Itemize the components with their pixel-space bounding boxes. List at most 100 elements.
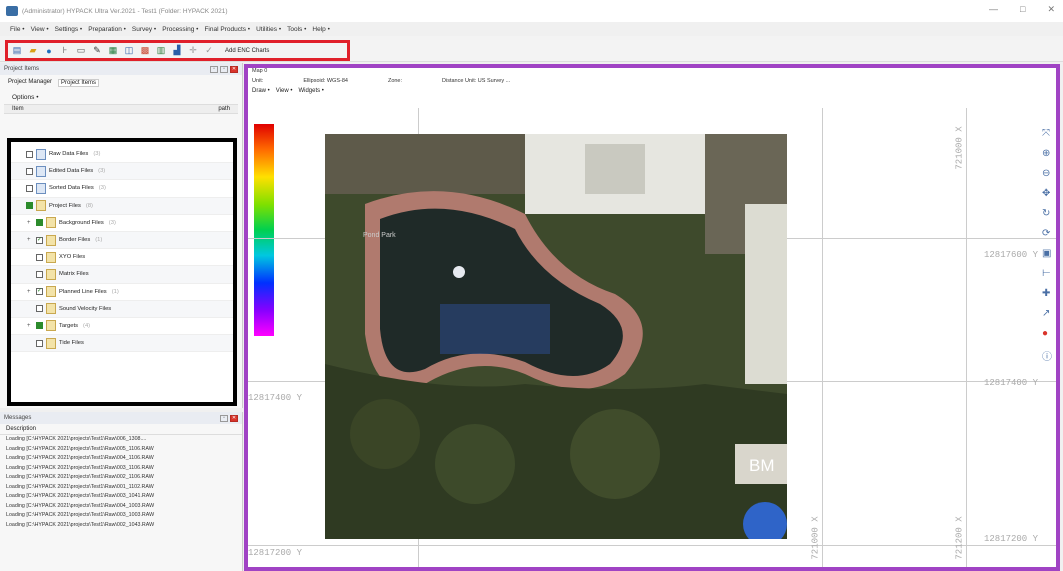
tree-item[interactable]: Matrix Files [11,266,233,284]
add-enc-charts-button[interactable]: Add ENC Charts [225,48,269,54]
tree-item-count: (3) [93,151,101,158]
checkbox[interactable] [36,270,43,278]
menu-final-products[interactable]: Final Products • [204,26,250,33]
tree-item-label: Matrix Files [59,271,89,278]
col-item[interactable]: Item [12,106,24,112]
close-messages-icon[interactable]: ✕ [230,414,238,422]
aerial-photo [325,134,787,539]
message-line: Loading [C:\HYPACK 2021\projects\Test1\R… [6,483,154,490]
checkbox[interactable] [36,339,43,347]
check-icon[interactable]: ✓ [203,45,215,57]
measure-icon[interactable]: ⊢ [1042,268,1052,279]
widgets-menu[interactable]: Widgets • [298,88,323,98]
globe-icon[interactable]: ● [43,45,55,57]
folder-icon [46,234,56,246]
crosshair-icon[interactable]: ✛ [187,45,199,57]
tree-item[interactable]: XYO Files [11,249,233,267]
add-icon[interactable]: ✚ [1042,288,1052,299]
tree-icon[interactable]: ⊦ [59,45,71,57]
checkbox[interactable] [36,253,43,261]
menu-settings[interactable]: Settings • [55,26,83,33]
tree-item-label: XYO Files [59,254,86,261]
checkbox[interactable] [26,167,33,175]
save-icon[interactable]: ▤ [11,45,23,57]
distance-unit-label: Distance Unit: US Survey ... [442,78,511,84]
col-path[interactable]: path [218,106,230,112]
bar-chart-icon[interactable]: ▟ [171,45,183,57]
arrow-icon[interactable]: ↗ [1042,308,1052,319]
tree-item-count: (1) [95,237,103,244]
map-window[interactable]: Map 0 Unit: Ellipsoid: WGS-84 Zone: Dist… [244,64,1060,571]
tree-item-label: Raw Data Files [49,151,89,158]
tab-project-items[interactable]: Project Items [58,79,100,87]
menu-file[interactable]: File • [10,26,25,33]
marker-icon[interactable]: ● [1042,328,1052,339]
menu-tools[interactable]: Tools • [287,26,306,33]
draw-menu[interactable]: Draw • [252,88,270,98]
zoom-in-icon[interactable]: ⊕ [1042,148,1052,159]
messages-panel: Messages ▫ ✕ Description Loading [C:\HYPA… [0,412,243,571]
grid-line [966,108,967,567]
checkbox[interactable] [36,322,43,330]
pin-icon[interactable]: ▫ [220,65,228,73]
table-icon[interactable]: ▥ [155,45,167,57]
grid-line [248,545,1056,546]
checkbox[interactable]: ✓ [36,236,43,244]
menu-help[interactable]: Help • [312,26,329,33]
checkbox[interactable] [36,219,43,227]
tree-item[interactable]: Project Files (8) [11,197,233,215]
expand-icon[interactable]: + [27,289,33,295]
menu-preparation[interactable]: Preparation • [88,26,126,33]
minimize-button[interactable]: — [989,4,998,15]
tree-item[interactable]: Tide Files [11,335,233,353]
map-tab[interactable]: Map 0 [252,68,267,78]
checkbox[interactable] [36,305,43,313]
pin-icon[interactable]: ▫ [220,414,228,422]
menu-view[interactable]: View • [31,26,49,33]
book-icon[interactable]: ◫ [123,45,135,57]
open-folder-icon[interactable]: ▰ [27,45,39,57]
select-dropdown-icon[interactable]: ▭ [75,45,87,57]
checkbox[interactable]: ✓ [36,288,43,296]
close-button[interactable]: ✕ [1047,4,1055,15]
view-menu[interactable]: View • [276,88,293,98]
pencil-icon[interactable]: ✎ [91,45,103,57]
pan-icon[interactable]: ✥ [1042,188,1052,199]
expand-icon[interactable]: + [27,323,33,329]
rotate-icon[interactable]: ↻ [1042,208,1052,219]
refresh-icon[interactable]: ⟳ [1042,228,1052,239]
restore-icon[interactable]: ▫ [210,65,218,73]
tab-project-manager[interactable]: Project Manager [8,79,52,87]
messages-list: Loading [C:\HYPACK 2021\projects\Test1\R… [0,435,242,530]
tree-item[interactable]: Sound Velocity Files [11,300,233,318]
tree-item[interactable]: + ✓ Border Files (1) [11,231,233,250]
zoom-out-icon[interactable]: ⊖ [1042,168,1052,179]
tree-item[interactable]: + Background Files (3) [11,215,233,232]
checkbox[interactable] [26,184,33,192]
close-panel-icon[interactable]: ✕ [230,65,238,73]
checkbox[interactable] [26,202,33,210]
expand-icon[interactable]: + [27,220,33,226]
tree-item[interactable]: + ✓ Planned Line Files (1) [11,284,233,301]
expand-icon[interactable]: + [27,237,33,243]
project-items-panel: Project Items ▫ ▫ ✕ Project Manager Projec… [0,63,243,408]
menu-processing[interactable]: Processing • [162,26,198,33]
tree-item[interactable]: Edited Data Files (3) [11,163,233,181]
options-dropdown[interactable]: Options • [0,91,242,104]
menu-utilities[interactable]: Utilities • [256,26,281,33]
tree-item[interactable]: + Targets (4) [11,318,233,336]
select-icon[interactable]: ▣ [1042,248,1052,259]
tree-item[interactable]: Raw Data Files (3) [11,146,233,164]
checkbox[interactable] [26,150,33,158]
grid-icon[interactable]: ▩ [139,45,151,57]
chart-tool-icon[interactable]: ▦ [107,45,119,57]
maximize-button[interactable]: □ [1020,4,1025,15]
tree-item-label: Border Files [59,237,91,244]
tree-item-label: Targets [59,322,79,329]
zoom-extent-icon[interactable]: ⤧ [1042,128,1052,139]
message-line: Loading [C:\HYPACK 2021\projects\Test1\R… [6,502,155,509]
menu-survey[interactable]: Survey • [132,26,156,33]
tree-item-count: (4) [83,322,91,329]
tree-item[interactable]: Sorted Data Files (3) [11,180,233,198]
info-icon[interactable]: ⓘ [1042,348,1052,363]
